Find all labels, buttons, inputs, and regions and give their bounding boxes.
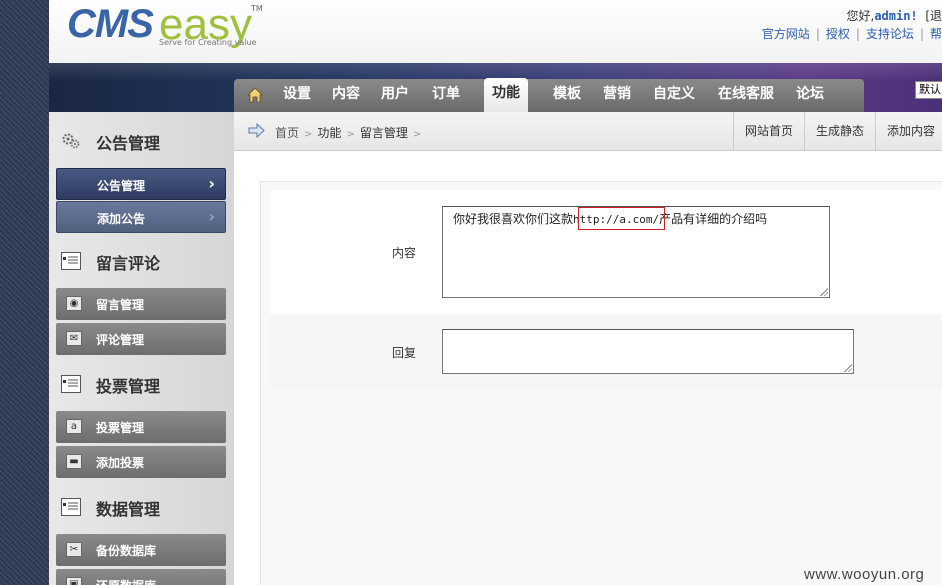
gears-icon	[62, 133, 80, 149]
logo-text-main: CMS	[67, 2, 154, 46]
nav-users[interactable]: 用户	[372, 79, 418, 112]
logo-tm: TM	[251, 4, 263, 13]
reply-label: 回复	[392, 346, 417, 360]
link-license[interactable]: 授权	[826, 27, 850, 41]
sidebar-item-backup-db[interactable]: ✂ 备份数据库	[56, 534, 226, 566]
content-text-suffix: 产品有详细的介绍吗	[659, 212, 768, 226]
section-messages-comments[interactable]: 留言评论	[49, 241, 234, 281]
separator: |	[919, 27, 924, 41]
chevron-right-icon: ›	[208, 174, 215, 193]
resize-grip-icon[interactable]	[844, 364, 852, 372]
generate-static-button[interactable]: 生成静态	[803, 112, 875, 150]
main-nav: 设置 内容 用户 订单 功能 模板 营销 自定义 在线客服 论坛	[234, 78, 864, 113]
sidebar-item-restore-db[interactable]: ▣ 还原数据库	[56, 569, 226, 585]
nav-home[interactable]	[234, 79, 274, 112]
section-data[interactable]: 数据管理	[49, 487, 234, 527]
sidebar-item-label: 投票管理	[96, 421, 145, 435]
add-content-button[interactable]: 添加内容	[874, 112, 942, 150]
top-links: 官方网站 | 授权 | 支持论坛 | 帮	[762, 25, 942, 42]
sidebar-item-label: 评论管理	[96, 333, 145, 347]
nav-forum[interactable]: 论坛	[790, 79, 830, 112]
sidebar-item-announcement-manage[interactable]: 公告管理 ›	[56, 168, 226, 200]
background-texture	[0, 0, 49, 585]
username[interactable]: admin!	[874, 9, 917, 23]
separator: |	[815, 27, 820, 41]
link-official-site[interactable]: 官方网站	[762, 27, 810, 41]
breadcrumb-functions[interactable]: 功能	[317, 126, 341, 140]
nav-marketing[interactable]: 营销	[594, 79, 640, 112]
add-vote-icon: ▬	[66, 454, 82, 469]
breadcrumb-message-manage[interactable]: 留言管理	[360, 126, 408, 140]
breadcrumb-home[interactable]: 首页	[275, 126, 299, 140]
arrow-right-icon	[248, 123, 265, 138]
list-icon	[61, 375, 81, 393]
sidebar: 公告管理 公告管理 › 添加公告 › 留言评论 ◉ 留言管理 ✉ 评论管理 投票…	[49, 112, 234, 585]
separator: |	[855, 27, 860, 41]
language-select[interactable]: 默认	[915, 81, 942, 99]
user-greeting: 您好,admin! [退	[846, 7, 942, 24]
nav-settings[interactable]: 设置	[274, 79, 320, 112]
sidebar-item-message-manage[interactable]: ◉ 留言管理	[56, 288, 226, 320]
sidebar-item-label: 添加投票	[96, 456, 145, 470]
content-label: 内容	[392, 246, 417, 260]
comment-icon: ✉	[66, 331, 82, 346]
vote-icon: a	[66, 419, 82, 434]
nav-custom[interactable]: 自定义	[646, 79, 702, 112]
list-icon	[61, 252, 81, 270]
section-votes[interactable]: 投票管理	[49, 364, 234, 404]
site-home-button[interactable]: 网站首页	[732, 112, 804, 150]
sidebar-item-label: 添加公告	[97, 212, 146, 226]
nav-orders[interactable]: 订单	[422, 79, 470, 112]
section-announcements[interactable]: 公告管理	[49, 121, 234, 161]
reply-textarea[interactable]	[442, 329, 854, 374]
breadcrumb-separator: >	[346, 129, 355, 140]
breadcrumb-separator: >	[412, 129, 422, 140]
logout-link[interactable]: [退	[925, 9, 942, 23]
nav-content[interactable]: 内容	[322, 79, 370, 112]
message-icon: ◉	[66, 296, 82, 311]
nav-online-service[interactable]: 在线客服	[710, 79, 782, 112]
sidebar-item-label: 备份数据库	[96, 544, 157, 558]
sidebar-item-label: 公告管理	[97, 179, 146, 193]
section-title: 投票管理	[96, 377, 161, 396]
section-title: 公告管理	[96, 134, 161, 153]
breadcrumb-bar: 首页 > 功能 > 留言管理 > 网站首页 生成静态 添加内容	[234, 112, 942, 151]
tools-icon: ✂	[66, 542, 82, 557]
section-title: 数据管理	[96, 500, 161, 519]
home-icon	[247, 87, 263, 103]
sidebar-item-label: 留言管理	[96, 298, 145, 312]
list-icon	[61, 498, 81, 516]
watermark: www.wooyun.org	[804, 566, 925, 583]
sidebar-item-vote-manage[interactable]: a 投票管理	[56, 411, 226, 443]
section-title: 留言评论	[96, 254, 161, 273]
breadcrumb-separator: >	[304, 129, 313, 140]
logo[interactable]: CMS easy TM Serve for Creating value	[67, 0, 277, 49]
highlight-box	[578, 207, 665, 230]
nav-functions[interactable]: 功能	[484, 78, 528, 113]
logo-slogan: Serve for Creating value	[159, 38, 257, 47]
nav-templates[interactable]: 模板	[544, 79, 590, 112]
breadcrumb: 首页 > 功能 > 留言管理 >	[275, 124, 426, 141]
chevron-right-icon: ›	[208, 207, 215, 226]
quick-actions: 网站首页 生成静态 添加内容	[732, 112, 942, 150]
content-text-prefix: 你好我很喜欢你们这款	[453, 212, 574, 226]
sidebar-item-add-vote[interactable]: ▬ 添加投票	[56, 446, 226, 478]
app-window: CMS easy TM Serve for Creating value 您好,…	[49, 0, 942, 585]
resize-grip-icon[interactable]	[820, 288, 828, 296]
header: CMS easy TM Serve for Creating value 您好,…	[49, 0, 942, 63]
greeting-prefix: 您好,	[846, 9, 875, 23]
link-support-forum[interactable]: 支持论坛	[866, 27, 914, 41]
sidebar-item-add-announcement[interactable]: 添加公告 ›	[56, 201, 226, 233]
sidebar-item-comment-manage[interactable]: ✉ 评论管理	[56, 323, 226, 355]
sidebar-item-label: 还原数据库	[96, 577, 156, 585]
link-help[interactable]: 帮	[930, 27, 942, 41]
restore-icon: ▣	[66, 577, 82, 585]
